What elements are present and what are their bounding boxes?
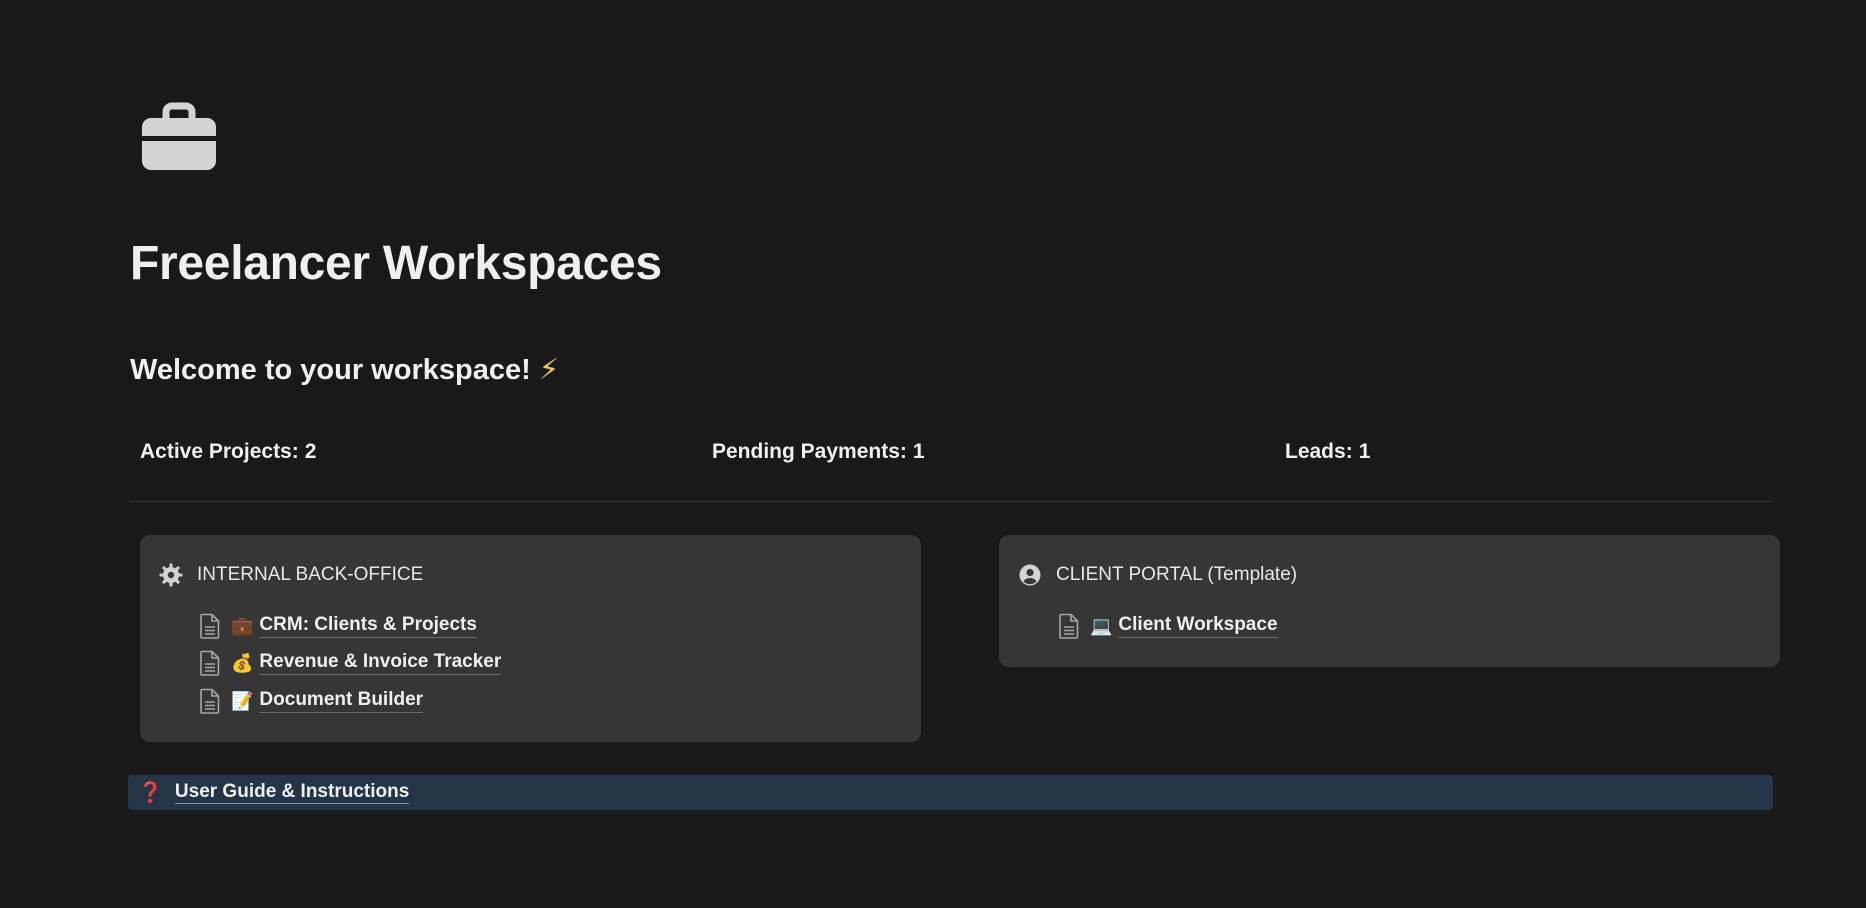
stat-pending-payments: Pending Payments: 1 xyxy=(712,440,925,464)
client-portal-title: CLIENT PORTAL (Template) xyxy=(1056,564,1298,585)
client-portal-header[interactable]: CLIENT PORTAL (Template) xyxy=(1017,562,1297,588)
memo-emoji-icon: 📝 xyxy=(231,690,254,711)
back-office-title: INTERNAL BACK-OFFICE xyxy=(197,564,424,585)
client-portal-card: CLIENT PORTAL (Template) 💻 Client Worksp… xyxy=(999,535,1780,667)
link-label[interactable]: Client Workspace xyxy=(1118,614,1278,638)
page-icon xyxy=(200,688,220,714)
stat-label: Active Projects: xyxy=(140,440,299,463)
question-mark-icon: ❓ xyxy=(138,782,163,804)
briefcase-emoji-icon: 💼 xyxy=(231,615,254,636)
link-crm[interactable]: 💼 CRM: Clients & Projects xyxy=(199,613,477,639)
briefcase-icon[interactable] xyxy=(140,98,218,176)
page-icon xyxy=(1059,613,1079,639)
page-icon xyxy=(200,650,220,676)
link-document-builder[interactable]: 📝 Document Builder xyxy=(199,688,424,714)
link-label[interactable]: Document Builder xyxy=(259,689,424,713)
user-circle-icon xyxy=(1017,562,1043,588)
stat-value: 2 xyxy=(304,440,317,463)
stat-value: 1 xyxy=(912,440,925,463)
stat-label: Pending Payments: xyxy=(712,440,907,463)
page-title: Freelancer Workspaces xyxy=(130,237,662,290)
user-guide-label[interactable]: User Guide & Instructions xyxy=(174,781,410,804)
money-bag-emoji-icon: 💰 xyxy=(231,652,254,673)
stat-value: 1 xyxy=(1358,440,1371,463)
back-office-header[interactable]: INTERNAL BACK-OFFICE xyxy=(158,562,423,588)
laptop-emoji-icon: 💻 xyxy=(1090,615,1113,636)
link-client-workspace[interactable]: 💻 Client Workspace xyxy=(1058,613,1278,639)
stat-active-projects: Active Projects: 2 xyxy=(140,440,316,464)
stats-row: Active Projects: 2 Pending Payments: 1 Lea… xyxy=(130,440,1771,470)
back-office-card: INTERNAL BACK-OFFICE 💼 CRM: Clients & Pr… xyxy=(140,535,921,742)
link-label[interactable]: Revenue & Invoice Tracker xyxy=(259,651,502,675)
divider xyxy=(130,501,1771,502)
link-label[interactable]: CRM: Clients & Projects xyxy=(259,614,477,638)
page: Freelancer Workspaces Welcome to your wo… xyxy=(0,0,1866,908)
user-guide-link[interactable]: ❓ User Guide & Instructions xyxy=(128,775,1773,810)
stat-leads: Leads: 1 xyxy=(1285,440,1370,464)
stat-label: Leads: xyxy=(1285,440,1353,463)
welcome-heading: Welcome to your workspace! ⚡ xyxy=(130,352,559,387)
lightning-icon: ⚡ xyxy=(538,354,560,386)
welcome-text: Welcome to your workspace! xyxy=(130,354,531,386)
link-revenue-tracker[interactable]: 💰 Revenue & Invoice Tracker xyxy=(199,650,502,676)
gear-icon xyxy=(158,562,184,588)
page-icon xyxy=(200,613,220,639)
